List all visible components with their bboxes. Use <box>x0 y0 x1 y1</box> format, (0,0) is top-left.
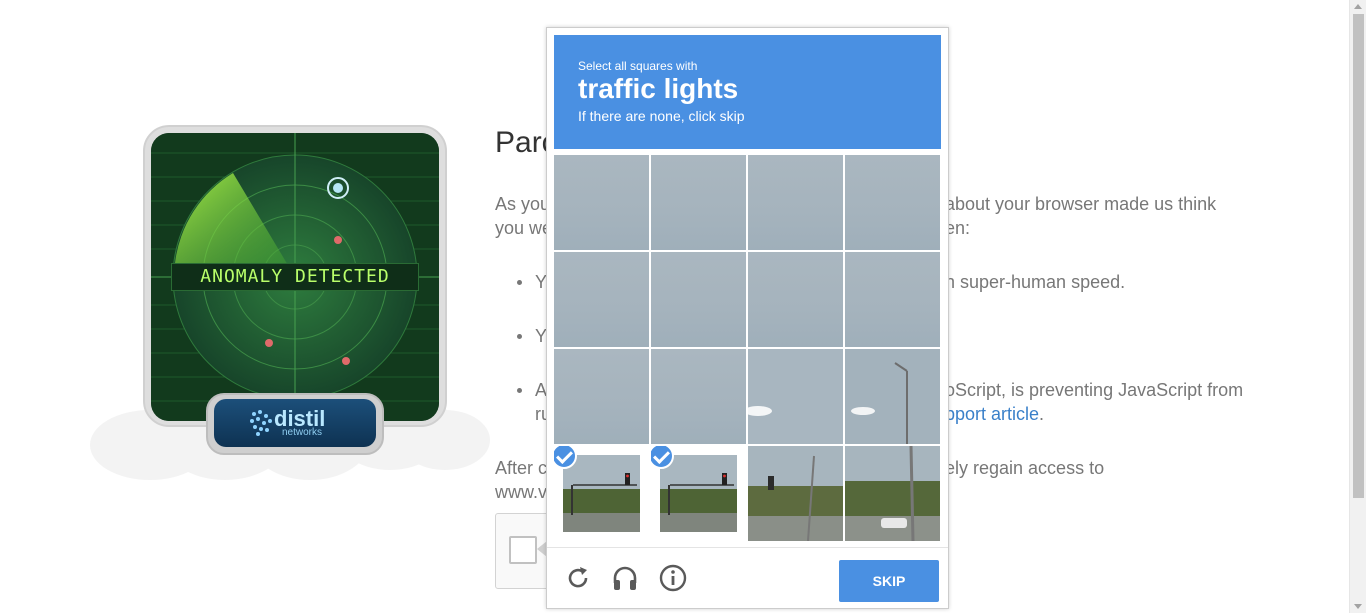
page-scrollbar[interactable] <box>1349 0 1366 613</box>
tile-image <box>748 155 843 250</box>
scroll-up-icon[interactable] <box>1354 4 1362 9</box>
image-tile[interactable] <box>554 349 649 444</box>
recaptcha-checkbox[interactable] <box>509 536 537 564</box>
bullet-dot <box>517 388 522 393</box>
para2-line2-left: www.v <box>495 482 548 502</box>
image-tile[interactable] <box>651 252 746 347</box>
page: ANOMALY DETECTED distil networks Parc As… <box>0 0 1366 613</box>
image-tile[interactable] <box>651 349 746 444</box>
para1-line1-right: about your browser made us think <box>945 194 1217 214</box>
reload-icon[interactable] <box>563 563 593 593</box>
image-tile[interactable] <box>845 446 940 541</box>
image-tile[interactable] <box>845 252 940 347</box>
image-tile[interactable] <box>554 155 649 250</box>
bullet-dot <box>517 334 522 339</box>
challenge-header: Select all squares with traffic lights I… <box>554 35 941 149</box>
tile-image <box>563 455 640 532</box>
tile-image <box>748 446 843 541</box>
scrollbar-thumb[interactable] <box>1353 14 1364 498</box>
image-tile[interactable] <box>748 446 843 541</box>
distil-logo: distil networks <box>248 406 368 440</box>
headphones-icon[interactable] <box>610 563 640 593</box>
bullet-dot <box>517 280 522 285</box>
skip-button[interactable]: SKIP <box>839 560 939 602</box>
image-tile[interactable] <box>748 252 843 347</box>
tile-image <box>845 446 940 541</box>
image-tile[interactable] <box>845 349 940 444</box>
tile-image <box>651 155 746 250</box>
para2-line1-right: ely regain access to <box>945 458 1105 478</box>
image-tile[interactable] <box>554 252 649 347</box>
scroll-down-icon[interactable] <box>1354 604 1362 609</box>
image-tile[interactable] <box>651 155 746 250</box>
bullet3-right: oScript, is preventing JavaScript from <box>945 380 1244 400</box>
logo-sub: networks <box>282 427 323 438</box>
tile-image <box>554 155 649 250</box>
tile-image <box>660 455 737 532</box>
tile-image <box>651 252 746 347</box>
info-icon[interactable] <box>658 563 688 593</box>
para1-line1-left: As you <box>495 194 551 214</box>
image-tile[interactable] <box>554 446 649 541</box>
image-tile[interactable] <box>651 446 746 541</box>
image-tile[interactable] <box>748 349 843 444</box>
tile-image <box>845 252 940 347</box>
tile-image <box>845 349 940 444</box>
tile-image <box>554 252 649 347</box>
para2-line1-left: After c <box>495 458 548 478</box>
support-article-link[interactable]: pport article <box>945 404 1039 424</box>
image-tile[interactable] <box>845 155 940 250</box>
period: . <box>1039 404 1045 424</box>
tile-image <box>845 155 940 250</box>
radar-illustration: ANOMALY DETECTED <box>151 133 439 421</box>
target-object: traffic lights <box>578 73 739 104</box>
challenge-footer: SKIP <box>547 547 948 608</box>
para1-line2-left: you we <box>495 218 553 238</box>
tile-image <box>748 252 843 347</box>
tile-image <box>748 349 843 444</box>
tile-image <box>651 349 746 444</box>
instruction-text: Select all squares with <box>578 59 698 73</box>
tile-image <box>554 349 649 444</box>
support-article-text: pport article. <box>945 402 1044 426</box>
bullet1-right: h super-human speed. <box>945 272 1126 292</box>
image-tile[interactable] <box>748 155 843 250</box>
captcha-challenge: Select all squares with traffic lights I… <box>546 27 949 609</box>
image-grid <box>554 155 941 542</box>
anomaly-banner: ANOMALY DETECTED <box>171 263 419 291</box>
hint-text: If there are none, click skip <box>578 108 745 124</box>
